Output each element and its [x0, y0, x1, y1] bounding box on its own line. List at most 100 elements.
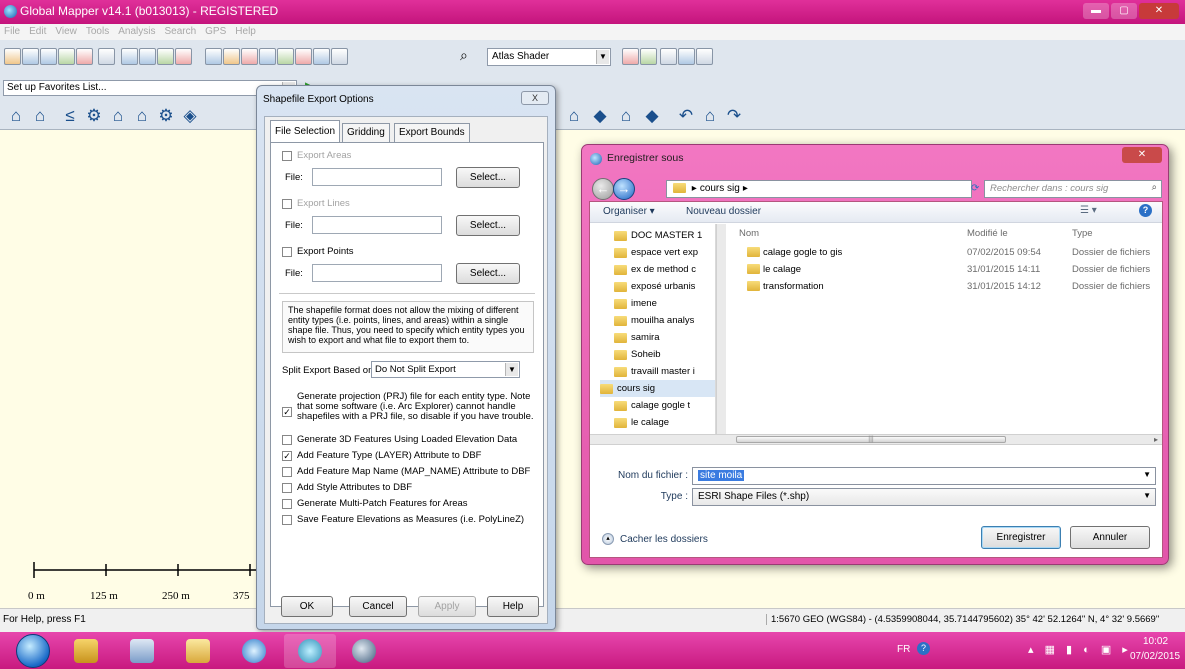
- tree-item-selected[interactable]: cours sig: [600, 380, 715, 397]
- lines-select-button[interactable]: Select...: [456, 215, 520, 236]
- redo-icon[interactable]: ↷: [724, 106, 744, 126]
- maximize-button[interactable]: ▢: [1111, 3, 1137, 19]
- file-type-select[interactable]: ESRI Shape Files (*.shp) ▼: [692, 488, 1156, 506]
- map-name-checkbox[interactable]: [282, 467, 292, 477]
- address-bar[interactable]: ▸ cours sig ▸: [666, 180, 972, 198]
- undo-icon[interactable]: ↶: [676, 106, 696, 126]
- menu-gps[interactable]: GPS: [205, 26, 226, 38]
- digitizer-icon[interactable]: ⌂: [6, 106, 26, 126]
- new-folder-button[interactable]: Nouveau dossier: [686, 206, 761, 217]
- dialog-close-button[interactable]: X: [521, 91, 549, 105]
- tree-item[interactable]: ex de method c: [614, 261, 696, 278]
- export-lines-checkbox[interactable]: [282, 199, 292, 209]
- taskbar-app-mapper[interactable]: [284, 634, 336, 668]
- rotate-tool-icon[interactable]: ⚙: [156, 106, 176, 126]
- taskbar-app-earth[interactable]: [338, 634, 390, 668]
- taskbar-app-document[interactable]: [116, 634, 168, 668]
- column-header-name[interactable]: Nom: [739, 228, 759, 239]
- areas-select-button[interactable]: Select...: [456, 167, 520, 188]
- prj-checkbox[interactable]: ✓: [282, 407, 292, 417]
- save-button[interactable]: Enregistrer: [981, 526, 1061, 549]
- refresh-icon[interactable]: ⟳: [971, 183, 979, 194]
- points-select-button[interactable]: Select...: [456, 263, 520, 284]
- tree-item[interactable]: DOC MASTER 1: [614, 227, 702, 244]
- elevation-measures-checkbox[interactable]: [282, 515, 292, 525]
- tray-icons[interactable]: ▴ ▦ ▮ ◐ ▣ ▸: [1028, 643, 1132, 656]
- point-tool-icon[interactable]: ⌂: [108, 106, 128, 126]
- apply-button[interactable]: Apply: [418, 596, 476, 617]
- scroll-thumb[interactable]: |||: [736, 436, 1006, 443]
- menu-tools[interactable]: Tools: [86, 26, 109, 38]
- save-dialog-close-button[interactable]: ✕: [1122, 147, 1162, 163]
- start-button[interactable]: [16, 634, 50, 668]
- scroll-right-icon[interactable]: ▸: [1154, 435, 1158, 444]
- menu-analysis[interactable]: Analysis: [118, 26, 155, 38]
- taskbar-app-ie[interactable]: [228, 634, 280, 668]
- shape-tool-icon[interactable]: ◆: [590, 106, 610, 126]
- hide-folders-toggle[interactable]: Cacher les dossiers: [620, 534, 708, 545]
- feature-tool-icon[interactable]: ⌂: [30, 106, 50, 126]
- lines-file-field[interactable]: [312, 216, 442, 234]
- style-attributes-checkbox[interactable]: [282, 483, 292, 493]
- file-row[interactable]: calage gogle to gis 07/02/2015 09:54 Dos…: [739, 244, 1159, 261]
- tree-item[interactable]: mouilha analys: [614, 312, 694, 329]
- tree-item[interactable]: imene: [614, 295, 657, 312]
- tree-item[interactable]: travaill master i: [614, 363, 695, 380]
- cancel-button[interactable]: Cancel: [349, 596, 407, 617]
- split-export-select[interactable]: Do Not Split Export ▼: [371, 361, 520, 378]
- file-row[interactable]: transformation 31/01/2015 14:12 Dossier …: [739, 278, 1159, 295]
- path-tool-icon[interactable]: ⌂: [700, 106, 720, 126]
- table-icon[interactable]: [678, 48, 695, 65]
- tree-scrollbar[interactable]: [716, 224, 726, 434]
- column-header-modified[interactable]: Modifié le: [967, 228, 1008, 239]
- filename-field[interactable]: site moila ▼: [692, 467, 1156, 485]
- tree-item[interactable]: Soheib: [614, 346, 661, 363]
- zoom-out-icon[interactable]: [139, 48, 156, 65]
- tree-item[interactable]: espace vert exp: [614, 244, 698, 261]
- merge-tool-icon[interactable]: ◆: [642, 106, 662, 126]
- horizontal-scrollbar[interactable]: ◂ ||| ▸: [590, 434, 1162, 445]
- address-crumb[interactable]: cours sig: [700, 183, 740, 194]
- forward-icon[interactable]: →: [613, 178, 635, 200]
- points-file-field[interactable]: [312, 264, 442, 282]
- print-icon[interactable]: [241, 48, 258, 65]
- ok-button[interactable]: OK: [281, 596, 333, 617]
- line-tool-icon[interactable]: ≤: [60, 106, 80, 126]
- help-icon[interactable]: ?: [1139, 204, 1152, 217]
- full-view-icon[interactable]: [157, 48, 174, 65]
- pan-icon[interactable]: [205, 48, 222, 65]
- vertex-tool-icon[interactable]: ⌂: [564, 106, 584, 126]
- profile-icon[interactable]: [660, 48, 677, 65]
- view-options-icon[interactable]: ☰ ▾: [1080, 205, 1097, 216]
- layer-icon[interactable]: [76, 48, 93, 65]
- save-icon[interactable]: [22, 48, 39, 65]
- menu-file[interactable]: File: [4, 26, 20, 38]
- multipatch-checkbox[interactable]: [282, 499, 292, 509]
- menu-edit[interactable]: Edit: [29, 26, 46, 38]
- help-icon[interactable]: ?: [917, 642, 930, 655]
- search-icon[interactable]: [259, 48, 276, 65]
- area-tool-icon[interactable]: ⚙: [84, 106, 104, 126]
- tab-file-selection[interactable]: File Selection: [270, 120, 341, 142]
- chevron-up-icon[interactable]: ▴: [602, 533, 614, 545]
- tree-item[interactable]: samira: [614, 329, 660, 346]
- tree-item[interactable]: calage gogle t: [614, 397, 690, 414]
- language-indicator[interactable]: FR: [897, 644, 910, 655]
- color-icon[interactable]: [640, 48, 657, 65]
- tree-item[interactable]: le calage: [614, 414, 669, 431]
- menu-view[interactable]: View: [55, 26, 77, 38]
- star-icon[interactable]: [696, 48, 713, 65]
- file-row[interactable]: le calage 31/01/2015 14:11 Dossier de fi…: [739, 261, 1159, 278]
- tools-icon[interactable]: [98, 48, 115, 65]
- diamond-tool-icon[interactable]: ◈: [180, 106, 200, 126]
- cancel-save-button[interactable]: Annuler: [1070, 526, 1150, 549]
- tree-item[interactable]: exposé urbanis: [614, 278, 695, 295]
- grid-icon[interactable]: [58, 48, 75, 65]
- areas-file-field[interactable]: [312, 168, 442, 186]
- menu-help[interactable]: Help: [235, 26, 256, 38]
- column-header-type[interactable]: Type: [1072, 228, 1093, 239]
- shader-select[interactable]: Atlas Shader ▼: [487, 48, 611, 66]
- taskbar-app-explorer[interactable]: [172, 634, 224, 668]
- help-button[interactable]: Help: [487, 596, 539, 617]
- open-folder-icon[interactable]: [4, 48, 21, 65]
